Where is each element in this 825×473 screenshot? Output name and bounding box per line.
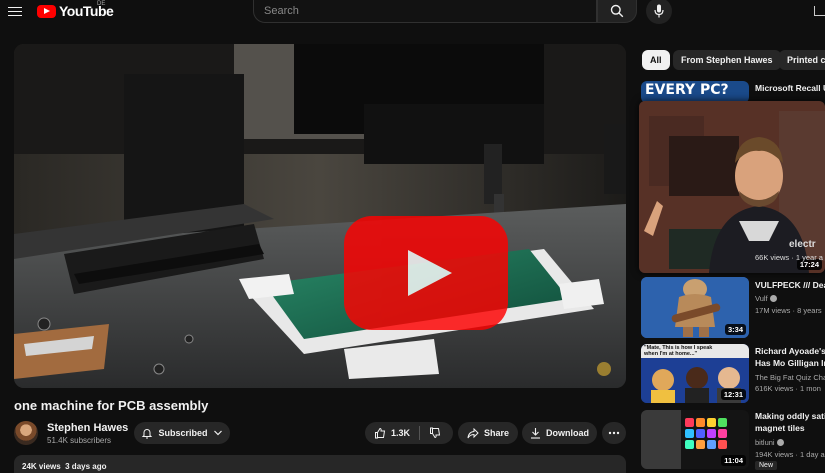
recommendation-meta: 616K views · 1 mon: [755, 384, 821, 393]
hover-preview[interactable]: electr 17:24: [639, 101, 825, 273]
channel-name: bitluni: [755, 438, 775, 447]
video-title: one machine for PCB assembly: [14, 398, 209, 413]
masthead: YouTube DE: [0, 0, 825, 24]
subscribed-label: Subscribed: [158, 428, 208, 438]
video-stats: 24K views 3 days ago: [22, 462, 107, 471]
recommendation-meta: 17M views · 8 years: [755, 306, 822, 315]
like-divider: [419, 426, 420, 440]
share-button[interactable]: Share: [458, 422, 518, 444]
recommendation-thumbnail[interactable]: "Mate, This is how I speak when I'm at h…: [641, 344, 749, 403]
play-button-icon[interactable]: [344, 216, 508, 330]
video-frame: [14, 44, 626, 388]
svg-text:electr: electr: [789, 239, 816, 250]
recommendation-thumbnail[interactable]: 3:34: [641, 277, 749, 338]
share-label: Share: [483, 428, 509, 438]
download-label: Download: [546, 428, 589, 438]
download-button[interactable]: Download: [522, 422, 597, 444]
thumbs-down-icon[interactable]: [429, 427, 441, 439]
country-code: DE: [97, 1, 106, 7]
more-actions-button[interactable]: [602, 422, 626, 444]
recommendation-channel[interactable]: Vulf: [755, 294, 825, 303]
menu-icon[interactable]: [8, 4, 22, 18]
download-icon: [531, 428, 540, 439]
like-dislike-group: 1.3K: [365, 422, 453, 444]
new-badge: New: [755, 461, 778, 470]
search-box: [253, 0, 597, 23]
preview-frame: electr: [639, 101, 825, 273]
subscriber-count: 51.4K subscribers: [47, 436, 112, 445]
recommendation-meta: 194K views · 1 day ag: [755, 450, 825, 459]
recommendation-title[interactable]: Making oddly sati: [755, 410, 825, 422]
search-button[interactable]: [597, 0, 637, 23]
search-icon: [610, 4, 624, 18]
duration-badge: 12:31: [720, 389, 746, 400]
recommendation-channel[interactable]: The Big Fat Quiz Cha: [755, 373, 825, 382]
chip-all[interactable]: All: [642, 50, 670, 70]
recommendation-meta: 66K views · 1 year a: [755, 253, 823, 262]
search-input[interactable]: [254, 0, 596, 22]
chip-printed-circuit[interactable]: Printed ci: [779, 50, 825, 70]
duration-badge: 11:04: [721, 455, 746, 466]
microphone-icon: [654, 4, 664, 18]
duration-badge: 3:34: [724, 324, 746, 335]
verified-icon: [776, 439, 784, 446]
create-icon[interactable]: [814, 6, 825, 16]
chevron-down-icon: [213, 430, 222, 436]
recommendation-title[interactable]: VULFPECK /// Dea: [755, 279, 825, 291]
channel-name[interactable]: Stephen Hawes: [47, 422, 128, 434]
recommendation-channel[interactable]: bitluni: [755, 438, 825, 447]
recommendation-title-line2[interactable]: magnet tiles: [755, 422, 825, 434]
bell-icon: [142, 429, 153, 439]
recommendation-title-line2[interactable]: Has Mo Gilligan In: [755, 357, 825, 369]
subscribed-button[interactable]: Subscribed: [134, 422, 230, 444]
recommendation-thumbnail[interactable]: 11:04: [641, 410, 749, 469]
more-horizontal-icon: [608, 431, 620, 435]
chip-from-stephen-hawes[interactable]: From Stephen Hawes: [673, 50, 781, 70]
like-count[interactable]: 1.3K: [391, 428, 410, 438]
recommendation-title[interactable]: Richard Ayoade's: [755, 345, 825, 357]
thumbs-up-icon[interactable]: [374, 427, 386, 439]
thumbnail-text: "Mate, This is how I speak when I'm at h…: [644, 345, 713, 357]
voice-search-button[interactable]: [646, 0, 672, 24]
recommendation-thumbnail[interactable]: EVERY PC?: [641, 81, 749, 103]
channel-avatar[interactable]: [14, 421, 38, 445]
video-player[interactable]: [14, 44, 626, 388]
channel-name: Vulf: [755, 294, 768, 303]
youtube-logo-icon: [37, 4, 56, 18]
thumbnail-text: EVERY PC?: [645, 82, 729, 98]
recommendation-title[interactable]: Microsoft Recall U: [755, 82, 825, 94]
share-icon: [467, 427, 479, 438]
description-box[interactable]: 24K views 3 days ago: [14, 455, 626, 473]
verified-icon: [769, 295, 777, 302]
